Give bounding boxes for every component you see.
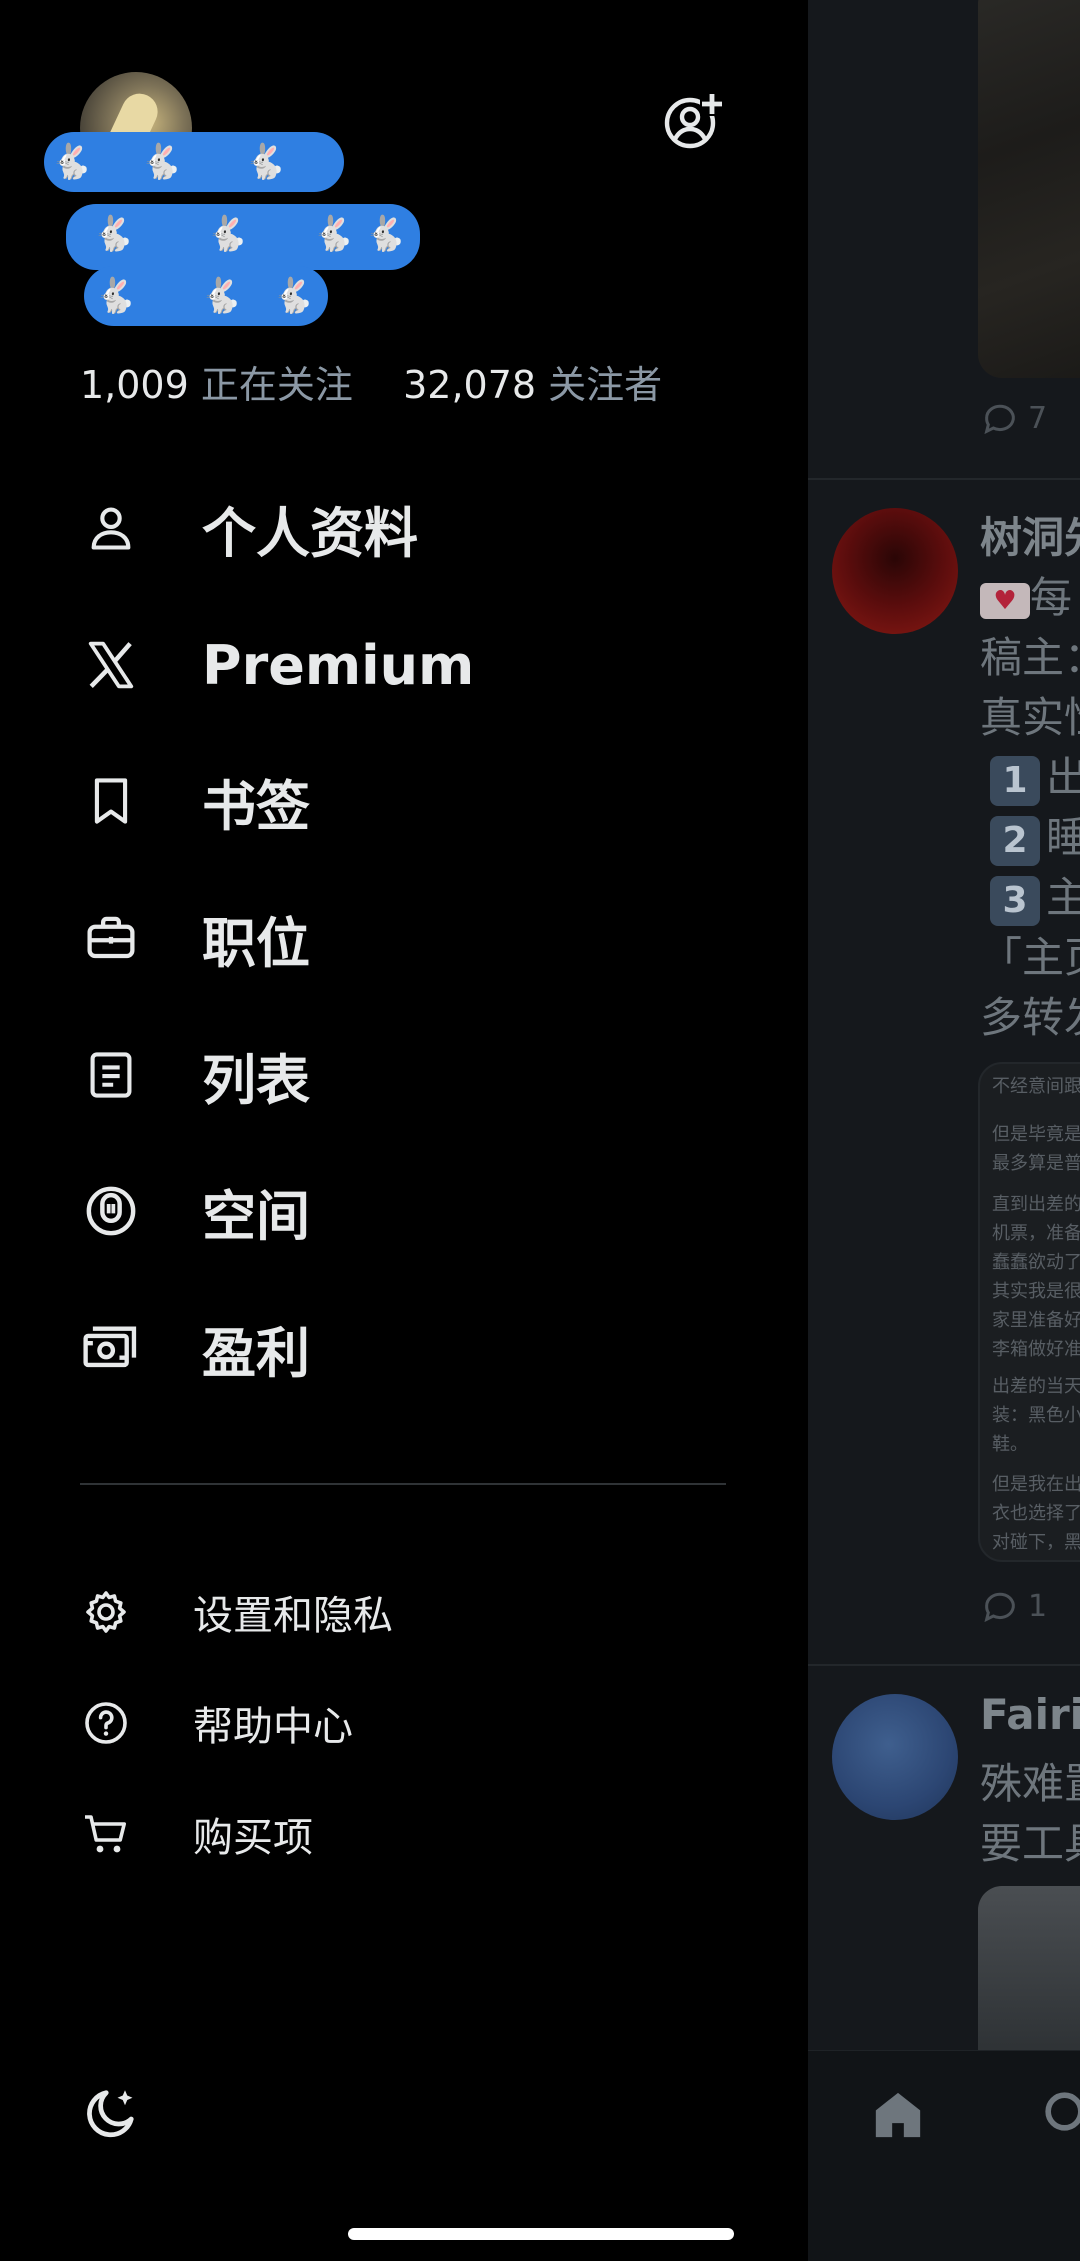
reply-icon bbox=[984, 1592, 1015, 1623]
menu-item-purchases[interactable]: 购买项 bbox=[80, 1799, 680, 1869]
post-list-item: 1出 bbox=[990, 744, 1080, 806]
background-feed: 7 树洞先 ♥每 稿主： 真实性 1出 2睡 3主 「主页 多转发 不经意间跟 … bbox=[808, 0, 1080, 2261]
moon-sparkle-icon[interactable] bbox=[80, 2084, 140, 2144]
home-icon[interactable] bbox=[870, 2087, 926, 2143]
spaces-icon bbox=[80, 1180, 142, 1242]
menu-item-monetization[interactable]: 盈利 bbox=[80, 1303, 740, 1393]
post-author-avatar[interactable] bbox=[832, 508, 958, 634]
menu-item-label: 列表 bbox=[202, 1048, 310, 1112]
post-list-item: 3主 bbox=[990, 864, 1080, 926]
menu-item-lists[interactable]: 列表 bbox=[80, 1030, 740, 1120]
follow-stats: 1,009 正在关注 32,078 关注者 bbox=[80, 354, 662, 409]
bottom-tab-bar bbox=[808, 2050, 1080, 2261]
menu-item-label: Premium bbox=[202, 633, 475, 697]
menu-item-label: 职位 bbox=[202, 911, 310, 975]
bookmark-icon bbox=[80, 770, 142, 832]
post-divider bbox=[808, 478, 1080, 480]
reply-count[interactable]: 7 bbox=[980, 398, 1047, 438]
post-text-line: 「主页 bbox=[980, 933, 1080, 982]
reply-icon bbox=[984, 404, 1015, 435]
menu-item-label: 书签 bbox=[202, 774, 310, 838]
screenshot-text: 出差的当天 装：黑色小 鞋。 bbox=[992, 1376, 1080, 1455]
menu-item-premium[interactable]: Premium bbox=[80, 620, 740, 710]
post-text-line: 要工具 bbox=[980, 1819, 1080, 1868]
name-redaction-sticker: 🐇 🐇 🐇 bbox=[44, 132, 344, 192]
add-account-icon[interactable] bbox=[664, 92, 724, 152]
following-link[interactable]: 1,009 正在关注 bbox=[80, 363, 353, 407]
list-icon bbox=[80, 1044, 142, 1106]
menu-item-label: 个人资料 bbox=[202, 501, 418, 565]
screenshot-text: 但是毕竟是 最多算是普 bbox=[992, 1124, 1080, 1174]
post-text-line: ♥ 每 bbox=[980, 564, 1072, 625]
handle-redaction-sticker: 🐇 🐇 🐇 bbox=[84, 266, 328, 326]
post-author-name[interactable]: Fairie bbox=[980, 1690, 1080, 1739]
menu-item-help-center[interactable]: 帮助中心 bbox=[80, 1688, 680, 1758]
post-author-name[interactable]: 树洞先 bbox=[980, 504, 1080, 565]
name-redaction-sticker: 🐇 🐇 🐇 🐇 bbox=[66, 204, 420, 270]
search-icon[interactable] bbox=[1040, 2087, 1080, 2143]
x-logo-icon bbox=[80, 634, 142, 696]
reply-count-value: 7 bbox=[1028, 400, 1048, 436]
screenshot-text: 直到出差的 机票，准备 蠢蠢欲动了 其实我是很 家里准备好 李箱做好准 bbox=[992, 1194, 1080, 1360]
person-icon bbox=[80, 497, 142, 559]
post-list-item: 2睡 bbox=[990, 804, 1080, 866]
menu-item-bookmarks[interactable]: 书签 bbox=[80, 756, 740, 846]
menu-item-label: 设置和隐私 bbox=[193, 1593, 393, 1639]
post-text-line: 稿主： bbox=[980, 633, 1080, 682]
menu-item-spaces[interactable]: 空间 bbox=[80, 1166, 740, 1256]
menu-item-label: 盈利 bbox=[202, 1321, 310, 1385]
gear-icon bbox=[80, 1586, 132, 1638]
menu-item-settings-privacy[interactable]: 设置和隐私 bbox=[80, 1577, 680, 1647]
post-text-line: 殊难置 bbox=[980, 1759, 1080, 1808]
monetization-icon bbox=[80, 1317, 142, 1379]
post-author-avatar[interactable] bbox=[832, 1694, 958, 1820]
reply-count-value: 1 bbox=[1028, 1588, 1048, 1624]
menu-item-label: 购买项 bbox=[193, 1815, 313, 1861]
post-divider bbox=[808, 1664, 1080, 1666]
screenshot-text: 不经意间跟 bbox=[992, 1076, 1080, 1097]
heart-mail-emoji-icon: ♥ bbox=[980, 582, 1030, 619]
menu-item-profile[interactable]: 个人资料 bbox=[80, 483, 740, 573]
screenshot-text: 但是我在出 衣也选择了 对碰下，黑 bbox=[992, 1474, 1080, 1553]
cart-icon bbox=[80, 1808, 132, 1860]
followers-link[interactable]: 32,078 关注者 bbox=[403, 363, 662, 407]
menu-item-jobs[interactable]: 职位 bbox=[80, 893, 740, 983]
menu-item-label: 帮助中心 bbox=[193, 1704, 353, 1750]
post-media-image bbox=[978, 0, 1080, 378]
post-text-line: 多转发 bbox=[980, 993, 1080, 1042]
home-indicator[interactable] bbox=[348, 2228, 734, 2240]
menu-item-label: 空间 bbox=[202, 1184, 310, 1248]
reply-count[interactable]: 1 bbox=[980, 1586, 1047, 1626]
post-text-line: 真实性 bbox=[980, 693, 1080, 742]
navigation-drawer: 🐇 🐇 🐇 🐇 🐇 🐇 🐇 🐇 🐇 🐇 1,009 正在关注 32,078 关注者 个人资料 … bbox=[0, 0, 808, 2261]
briefcase-icon bbox=[80, 907, 142, 969]
help-icon bbox=[80, 1697, 132, 1749]
menu-divider bbox=[80, 1483, 726, 1485]
